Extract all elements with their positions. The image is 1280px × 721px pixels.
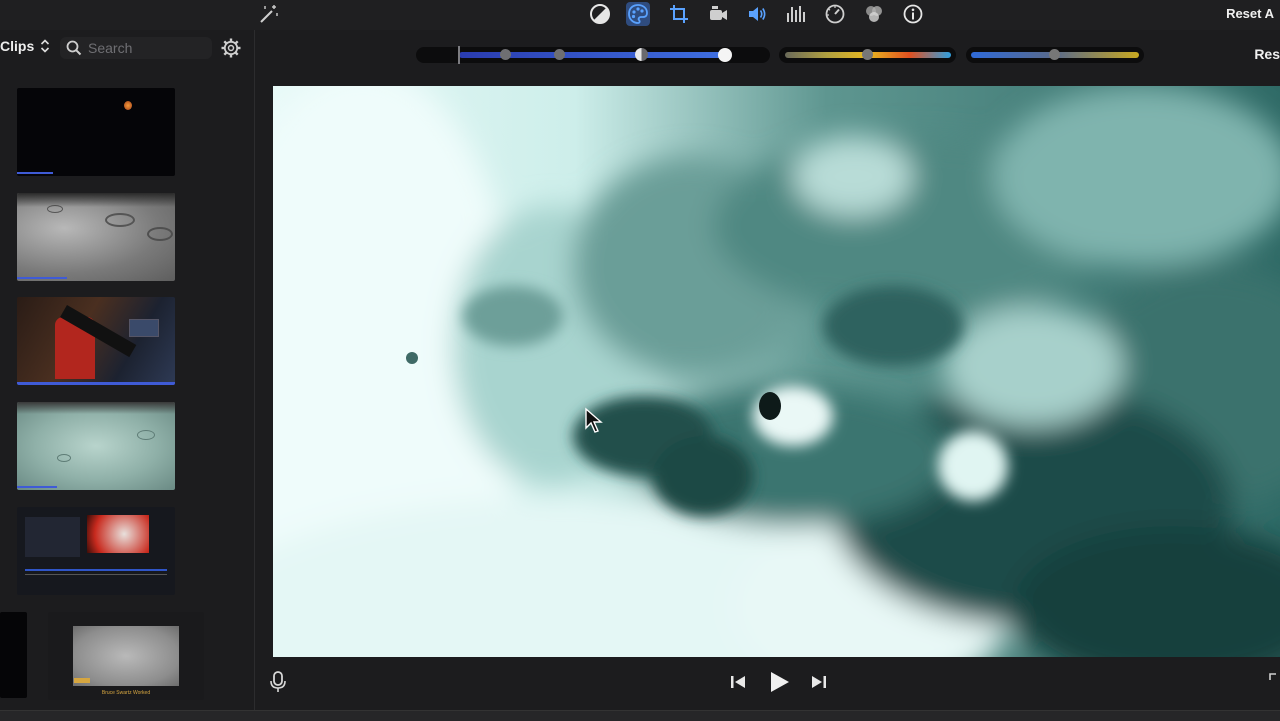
brightness-knob[interactable] [635,48,648,61]
saturation-knob[interactable] [862,49,873,60]
moon-surface-frame [273,86,1280,657]
skip-back-icon[interactable] [729,673,747,691]
highlights-knob[interactable] [718,48,732,62]
moon-teal-clip[interactable] [17,402,175,490]
orange-planet-clip[interactable] [17,88,175,176]
voiceover-mic-icon[interactable] [268,670,288,694]
black-point-marker[interactable] [458,46,460,64]
play-icon[interactable] [767,670,791,694]
color-adjust-strip: Res [0,0,1280,80]
video-viewer[interactable] [273,86,1280,657]
telescope-room-clip[interactable] [17,297,175,385]
gray-moon-title-clip[interactable]: Bruce Swartz Worked [48,612,204,700]
exposure-fill [459,52,725,58]
fullscreen-icon[interactable] [1268,672,1280,684]
last-clip-caption: Bruce Swartz Worked [101,690,151,696]
skip-forward-icon[interactable] [810,673,828,691]
midtones-knob[interactable] [554,49,565,60]
partial-clip[interactable] [0,612,27,698]
temperature-knob[interactable] [1049,49,1060,60]
shadows-knob[interactable] [500,49,511,60]
reset-color-button[interactable]: Res [1254,46,1280,62]
timeline-edge [0,710,1280,721]
editor-screenshot-clip[interactable] [17,507,175,595]
moon-craters-clip[interactable] [17,193,175,281]
